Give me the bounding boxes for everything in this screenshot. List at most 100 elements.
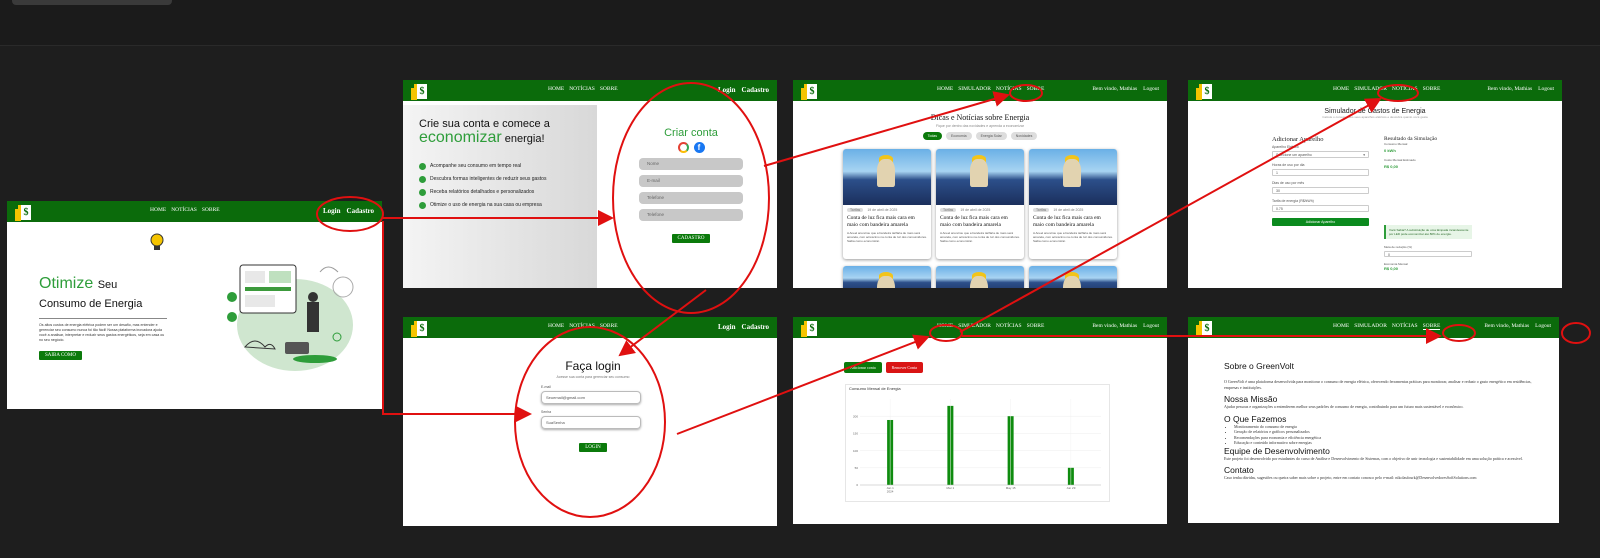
news-card-partial[interactable] — [936, 266, 1024, 288]
add-device-panel: Adicionar Aparelho Aparelho Elétrico Sel… — [1272, 136, 1369, 226]
filter-economia[interactable]: Economia — [946, 132, 972, 140]
card-text: A Aneel anunciou que a bandeira tarifári… — [847, 231, 927, 243]
login-title: Faça login — [565, 359, 621, 373]
y-tick-label: 0 — [856, 483, 858, 487]
nav-home[interactable]: HOME — [1333, 86, 1349, 92]
filter-all[interactable]: Todas — [922, 132, 942, 140]
signup-submit-button[interactable]: CADASTRO — [671, 234, 711, 243]
password-label: Senha — [541, 410, 552, 414]
nav-home[interactable]: HOME — [1333, 323, 1349, 330]
nav-sobre[interactable]: SOBRE — [600, 86, 618, 92]
password-input[interactable]: SuaSenha — [541, 416, 641, 429]
meta-input[interactable]: 0 — [1384, 251, 1472, 257]
card-title[interactable]: Conta de luz fica mais cara em maio com … — [936, 215, 1024, 229]
nav-noticias[interactable]: NOTÍCIAS — [569, 86, 595, 92]
nav-sobre[interactable]: SOBRE — [202, 207, 220, 213]
nav-simulador[interactable]: SIMULADOR — [1354, 86, 1387, 92]
divider — [39, 318, 167, 319]
login-link[interactable]: Login — [718, 323, 736, 331]
add-account-button[interactable]: Adicionar conta — [844, 362, 882, 373]
facebook-icon[interactable]: f — [693, 142, 705, 153]
cta-button[interactable]: SAIBA COMO — [39, 351, 82, 360]
filter-solar[interactable]: Energia Solar — [975, 132, 1007, 140]
brand-logo-icon[interactable]: $ — [801, 320, 817, 337]
nav-sobre[interactable]: SOBRE — [1422, 323, 1441, 330]
news-card[interactable]: Tarifas 19 de abril de 2025 Conta de luz … — [936, 149, 1024, 259]
login-submit-button[interactable]: LOGIN — [579, 443, 607, 452]
nav-sobre[interactable]: SOBRE — [600, 323, 618, 329]
benefit-item: Descubra formas inteligentes de reduzir … — [419, 176, 589, 183]
about-content: Sobre o GreenVolt O GreenVolt é uma plat… — [1224, 357, 1536, 481]
nav-noticias[interactable]: NOTÍCIAS — [171, 207, 197, 213]
news-card[interactable]: Tarifas 19 de abril de 2025 Conta de luz … — [843, 149, 931, 259]
logout-link[interactable]: Logout — [1143, 86, 1159, 92]
nav-simulador[interactable]: SIMULADOR — [958, 323, 991, 329]
card-title[interactable]: Conta de luz fica mais cara em maio com … — [843, 215, 931, 229]
brand-logo-icon[interactable]: $ — [411, 83, 427, 100]
rate-label: Tarifa de energia (R$/kWh) — [1272, 199, 1314, 203]
nav-simulador[interactable]: SIMULADOR — [1354, 323, 1387, 330]
nav-home[interactable]: HOME — [937, 323, 953, 329]
logout-link[interactable]: Logout — [1538, 86, 1554, 92]
contact-title: Contato — [1224, 465, 1254, 475]
google-icon[interactable] — [677, 142, 689, 153]
consumption-value: 0 kWh — [1384, 148, 1396, 153]
signup-link[interactable]: Cadastro — [742, 323, 769, 331]
nav-noticias[interactable]: NOTÍCIAS — [1392, 323, 1418, 330]
add-device-button[interactable]: Adicionar Aparelho — [1272, 218, 1369, 226]
nav-noticias[interactable]: NOTÍCIAS — [996, 86, 1022, 92]
brand-logo-icon[interactable]: $ — [801, 83, 817, 100]
filter-novidades[interactable]: Novidades — [1010, 132, 1038, 140]
navbar: $ HOME SIMULADOR NOTÍCIAS SOBRE Bem vind… — [1188, 80, 1562, 103]
nav-sobre[interactable]: SOBRE — [1027, 86, 1045, 92]
nav-home[interactable]: HOME — [548, 323, 564, 329]
name-input[interactable]: Nome — [639, 158, 743, 170]
login-link[interactable]: Login — [323, 207, 341, 215]
what-list: Monitoramento do consumo de energia Gera… — [1224, 424, 1536, 446]
phone-input[interactable]: Telefone — [639, 192, 743, 204]
card-text: A Aneel anunciou que a bandeira tarifári… — [1033, 231, 1113, 243]
device-select[interactable]: Selecione um aparelho ▾ — [1272, 151, 1369, 158]
nav-home[interactable]: HOME — [548, 86, 564, 92]
brand-logo-icon[interactable]: $ — [411, 320, 427, 337]
nav-noticias[interactable]: NOTÍCIAS — [1392, 86, 1418, 92]
days-input[interactable]: 30 — [1272, 187, 1369, 194]
logout-link[interactable]: Logout — [1143, 323, 1159, 329]
main-menu: HOME SIMULADOR NOTÍCIAS SOBRE — [937, 323, 1044, 329]
nav-home[interactable]: HOME — [150, 207, 166, 213]
brand-logo-icon[interactable]: $ — [1196, 320, 1212, 337]
brand-logo-icon[interactable]: $ — [15, 204, 31, 221]
nav-sobre[interactable]: SOBRE — [1027, 323, 1045, 329]
x-tick-label: May 15 — [1006, 486, 1016, 490]
news-card-partial[interactable] — [843, 266, 931, 288]
phone-input-2[interactable]: Telefone — [639, 209, 743, 221]
nav-simulador[interactable]: SIMULADOR — [958, 86, 991, 92]
main-menu: HOME SIMULADOR NOTÍCIAS SOBRE — [937, 86, 1044, 92]
logout-link[interactable]: Logout — [1535, 323, 1551, 329]
nav-home[interactable]: HOME — [937, 86, 953, 92]
signup-form: Criar conta f Nome E-mail Telefone Telef… — [639, 127, 743, 244]
nav-noticias[interactable]: NOTÍCIAS — [996, 323, 1022, 329]
user-greeting: Bem vindo, Mathias — [1092, 323, 1138, 329]
hours-input[interactable]: 1 — [1272, 169, 1369, 176]
headline-line2: energia! — [504, 133, 545, 145]
y-tick-label: 50 — [855, 466, 859, 470]
consumption-chart: 050100150200Jan 12024Mar 1 May 15 Jun 29 — [853, 399, 1101, 494]
main-menu: HOME NOTÍCIAS SOBRE — [548, 323, 618, 329]
card-date: 19 de abril de 2025 — [1053, 208, 1084, 212]
signup-headline: Crie sua conta e comece a economizar ene… — [419, 117, 594, 146]
email-input[interactable]: Seuemail@gmail.com — [541, 391, 641, 404]
news-card[interactable]: Tarifas 19 de abril de 2025 Conta de luz … — [1029, 149, 1117, 259]
rate-input[interactable]: 0.75 — [1272, 205, 1369, 212]
nav-noticias[interactable]: NOTÍCIAS — [569, 323, 595, 329]
news-card-partial[interactable] — [1029, 266, 1117, 288]
card-title[interactable]: Conta de luz fica mais cara em maio com … — [1029, 215, 1117, 229]
email-input[interactable]: E-mail — [639, 175, 743, 187]
brand-logo-icon[interactable]: $ — [1196, 83, 1212, 100]
signup-link[interactable]: Cadastro — [347, 207, 374, 215]
remove-account-button[interactable]: Remover Conta — [885, 362, 923, 373]
nav-sobre[interactable]: SOBRE — [1423, 86, 1441, 92]
chart-title: Consumo Mensal de Energia — [849, 386, 901, 391]
login-link[interactable]: Login — [718, 86, 736, 94]
signup-link[interactable]: Cadastro — [742, 86, 769, 94]
